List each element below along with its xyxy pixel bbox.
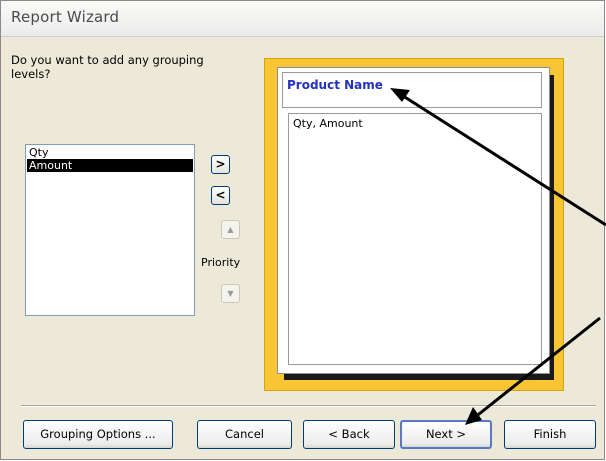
next-button[interactable]: Next >: [400, 420, 492, 449]
grouping-options-button[interactable]: Grouping Options ...: [23, 420, 173, 449]
report-wizard-dialog: Report Wizard Do you want to add any gro…: [0, 0, 605, 460]
grouping-question: Do you want to add any grouping levels?: [11, 53, 204, 81]
button-separator: [21, 405, 596, 407]
arrow-up-icon: ▲: [227, 225, 234, 234]
arrow-down-icon: ▼: [227, 289, 234, 298]
add-grouping-level-button[interactable]: >: [211, 155, 230, 174]
remove-grouping-level-button[interactable]: <: [211, 186, 230, 205]
priority-up-button[interactable]: ▲: [221, 220, 240, 239]
grouping-level-box: Product Name: [282, 72, 542, 108]
list-item-qty[interactable]: Qty: [27, 146, 193, 159]
finish-button[interactable]: Finish: [504, 420, 596, 449]
cancel-button[interactable]: Cancel: [197, 420, 292, 449]
title-bar: Report Wizard: [1, 1, 604, 37]
detail-fields-label: Qty, Amount: [293, 117, 363, 130]
window-title: Report Wizard: [11, 8, 120, 26]
priority-down-button[interactable]: ▼: [221, 284, 240, 303]
list-item-amount[interactable]: Amount: [27, 159, 193, 172]
priority-label: Priority: [201, 256, 241, 269]
detail-fields-box: Qty, Amount: [288, 113, 542, 365]
back-button[interactable]: < Back: [303, 420, 395, 449]
grouping-level-label: Product Name: [287, 78, 383, 92]
available-fields-list[interactable]: Qty Amount: [25, 144, 195, 316]
